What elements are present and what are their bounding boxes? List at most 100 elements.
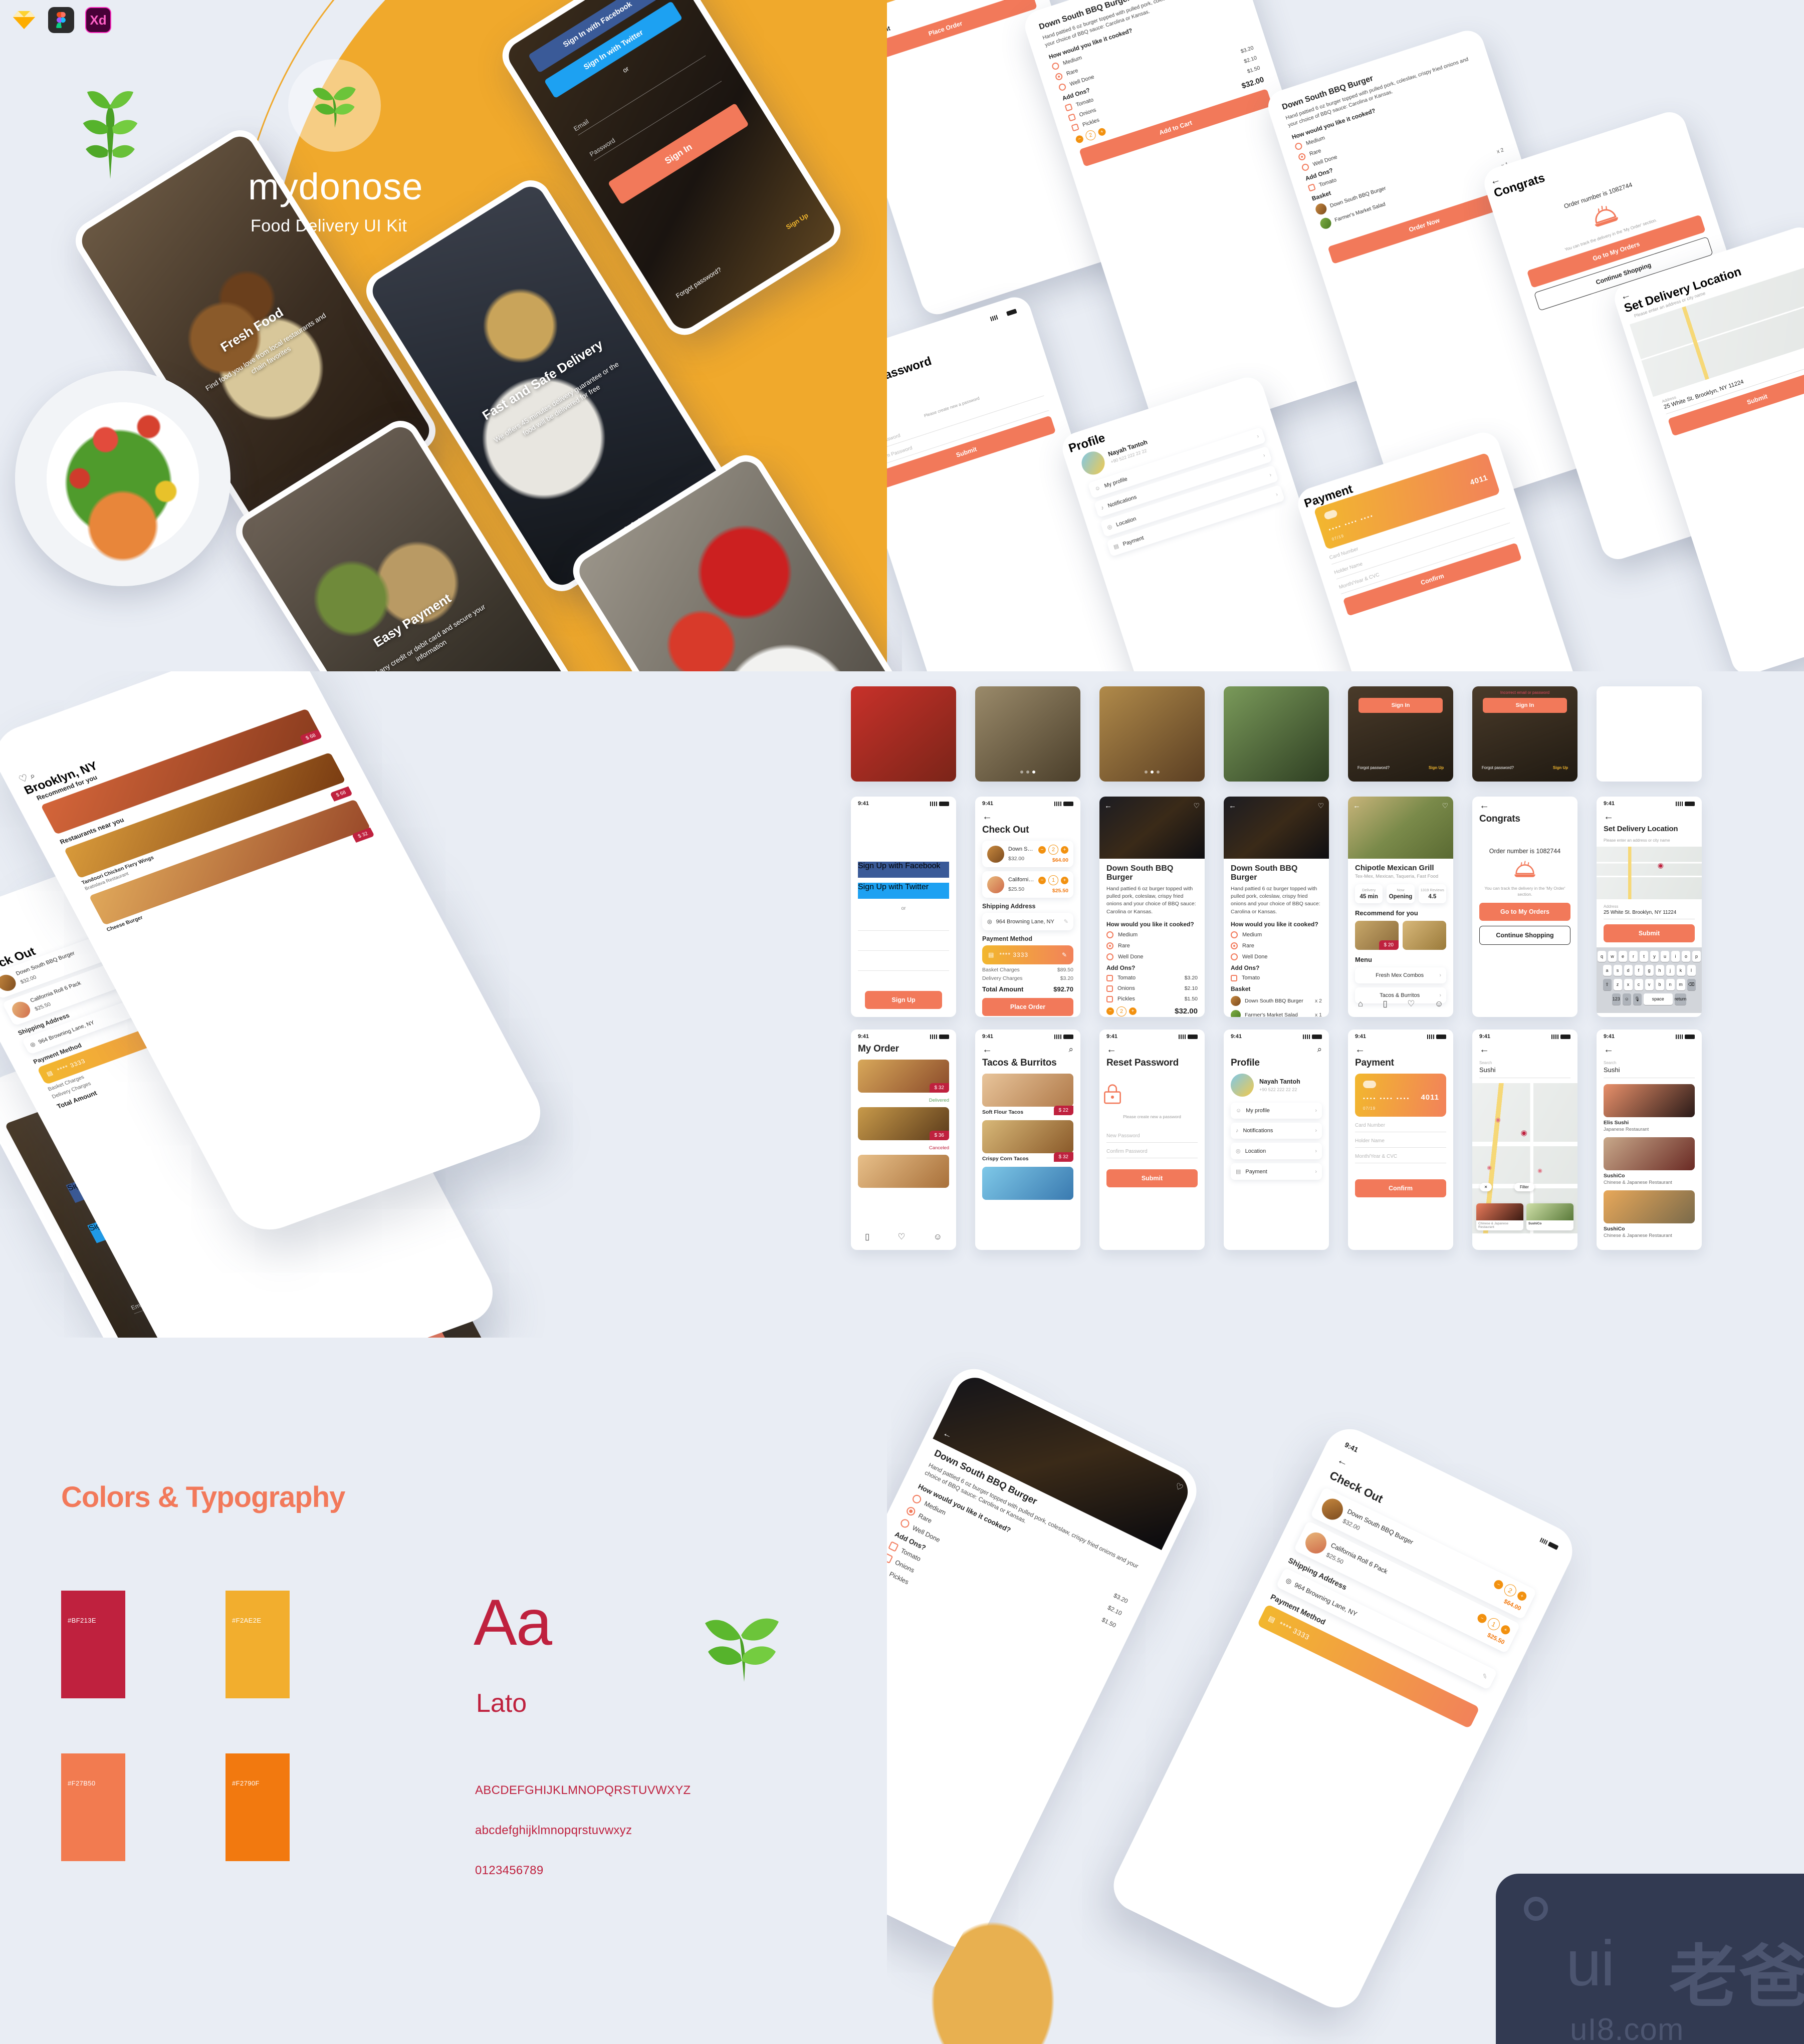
signin-submit-button[interactable]: Sign In (1359, 697, 1443, 713)
increment-button[interactable]: + (1097, 127, 1107, 137)
grid-image-rice[interactable] (1099, 686, 1205, 782)
back-icon[interactable]: ← (1104, 802, 1112, 810)
radio-icon[interactable] (911, 1493, 923, 1505)
radio-icon[interactable] (899, 1517, 911, 1529)
signup-button[interactable]: Sign Up (865, 991, 942, 1009)
decrement-button[interactable]: − (1106, 1007, 1114, 1015)
increment-button[interactable]: + (1061, 876, 1068, 884)
addon-option[interactable]: Onions $2.10 (1106, 985, 1198, 992)
back-icon[interactable]: ← (1355, 1045, 1365, 1055)
search-icon[interactable]: ⌕ (1068, 1045, 1073, 1055)
go-to-my-orders-button[interactable]: Go to My Orders (1479, 902, 1570, 921)
cook-option[interactable]: Medium (1231, 931, 1322, 938)
favorite-heart-icon[interactable]: ♡ (1174, 1481, 1185, 1493)
category-item[interactable] (982, 1167, 1073, 1200)
search-icon[interactable]: ⌕ (28, 771, 37, 781)
back-icon[interactable]: ← (1479, 1045, 1489, 1055)
on-screen-keyboard[interactable]: qwertyuiop asdfghjkl ⇧ z x c v b n m ⌫ 123 ☺ 🎙 spac… (1597, 947, 1702, 1013)
cook-option[interactable]: Medium (1106, 931, 1198, 938)
profile-item-notifications[interactable]: ♪ Notifications › (1231, 1123, 1322, 1139)
radio-icon[interactable] (1294, 142, 1303, 151)
checkbox-icon[interactable] (1106, 974, 1113, 981)
tab-favorites-icon[interactable]: ♡ (897, 1232, 905, 1242)
signup-facebook-button[interactable]: Sign Up with Facebook (858, 862, 949, 878)
radio-icon[interactable] (1051, 62, 1060, 71)
tab-favorites-icon[interactable]: ♡ (1407, 999, 1415, 1009)
menu-item-combos[interactable]: Fresh Mex Combos › (1355, 967, 1446, 983)
submit-button[interactable]: Submit (1604, 924, 1695, 942)
signin-signup-link[interactable]: Sign Up (785, 211, 810, 231)
category-item[interactable]: $ 32 Crispy Corn Tacos (982, 1120, 1073, 1162)
signup-name-input[interactable] (858, 921, 949, 931)
expiry-cvc-input[interactable]: Month/Year & CVC (1355, 1154, 1446, 1163)
confirm-button[interactable]: Confirm (1355, 1179, 1446, 1197)
continue-shopping-button[interactable]: Continue Shopping (1479, 925, 1570, 945)
checkbox-icon[interactable] (1071, 123, 1079, 132)
card-number-input[interactable]: Card Number (1355, 1123, 1446, 1132)
search-result[interactable]: SushiCo Chinese & Japanese Restaurant (1604, 1137, 1695, 1185)
close-icon[interactable]: ✕ (1479, 1183, 1492, 1191)
search-result[interactable]: Elis Sushi Japanese Restaurant (1604, 1084, 1695, 1132)
map-result-card[interactable]: Chinese & Japanese Restaurant (1476, 1203, 1523, 1230)
back-icon[interactable]: ← (1229, 802, 1236, 810)
favorite-heart-icon[interactable]: ♡ (1317, 802, 1324, 810)
profile-item-location[interactable]: ◎ Location › (1231, 1143, 1322, 1159)
signin-signup-link[interactable]: Sign Up (1553, 765, 1568, 770)
search-result[interactable]: SushiCo Chinese & Japanese Restaurant (1604, 1190, 1695, 1238)
carousel-dots[interactable] (1099, 771, 1205, 774)
edit-icon[interactable]: ✎ (1480, 1672, 1489, 1681)
radio-icon-selected[interactable] (1297, 152, 1307, 162)
cook-option[interactable]: Rare (1231, 942, 1322, 949)
signin-signup-link[interactable]: Sign Up (1429, 765, 1444, 770)
edit-card-icon[interactable]: ✎ (1062, 951, 1067, 958)
checkbox-icon[interactable] (1307, 183, 1316, 192)
carousel-dots[interactable] (975, 771, 1080, 774)
tab-orders-icon[interactable]: ▯ (865, 1232, 869, 1242)
back-icon[interactable]: ← (982, 1045, 992, 1055)
place-order-button[interactable]: Place Order (982, 998, 1073, 1016)
radio-icon[interactable] (1058, 83, 1067, 92)
profile-item-my-profile[interactable]: ☺ My profile › (1231, 1103, 1322, 1119)
search-input[interactable]: Sushi (1604, 1066, 1695, 1078)
signin-forgot-link[interactable]: Forgot password? (1482, 765, 1514, 770)
decrement-button[interactable]: − (1492, 1579, 1505, 1591)
back-icon[interactable]: ← (1479, 801, 1489, 811)
cook-option[interactable]: Rare (1106, 942, 1198, 949)
back-icon[interactable]: ← (1604, 812, 1614, 822)
map-pin-icon[interactable]: ◉ (1521, 1128, 1527, 1137)
decrement-button[interactable]: − (1476, 1612, 1488, 1625)
radio-icon-selected[interactable] (905, 1505, 917, 1517)
radio-icon[interactable] (1106, 931, 1113, 938)
checkbox-icon[interactable] (887, 1553, 893, 1564)
map-pin-icon[interactable]: ◉ (1487, 1164, 1492, 1171)
checkbox-icon[interactable] (888, 1541, 899, 1552)
tab-profile-icon[interactable]: ☺ (1435, 999, 1443, 1009)
map-view[interactable]: ◉ (1597, 847, 1702, 899)
checkbox-icon[interactable] (1068, 113, 1076, 122)
checkbox-icon[interactable] (1064, 103, 1073, 112)
radio-icon[interactable] (1301, 163, 1310, 172)
recommend-card[interactable]: $ 20 (1355, 921, 1399, 950)
increment-button[interactable]: + (1516, 1590, 1528, 1602)
favorite-heart-icon[interactable]: ♡ (1442, 802, 1448, 810)
radio-icon-selected[interactable] (1231, 942, 1238, 949)
cart-item[interactable]: Down South BBQ Burger $32.00 −2+ $64.00 (982, 841, 1073, 867)
map-pin-icon[interactable]: ◉ (1495, 1116, 1500, 1123)
addon-option[interactable]: Pickles $1.50 (1106, 995, 1198, 1002)
signin-forgot-link[interactable]: Forgot password? (674, 266, 723, 300)
back-icon[interactable]: ← (941, 1428, 954, 1441)
map-pin-icon[interactable]: ◉ (1537, 1167, 1542, 1174)
decrement-button[interactable]: − (1038, 846, 1046, 854)
decrement-button[interactable]: − (1038, 876, 1046, 884)
increment-button[interactable]: + (1499, 1624, 1512, 1636)
holder-name-input[interactable]: Holder Name (1355, 1138, 1446, 1148)
confirm-password-input[interactable]: Confirm Password (1106, 1149, 1198, 1158)
back-icon[interactable]: ← (1353, 802, 1361, 810)
tab-orders-icon[interactable]: ▯ (1383, 999, 1387, 1009)
search-icon[interactable]: ⌕ (1317, 1045, 1322, 1055)
cook-option[interactable]: Well Done (1106, 953, 1198, 960)
search-input[interactable]: Sushi (1479, 1066, 1570, 1078)
bottom-tab-bar[interactable]: ▯ ♡ ☺ (851, 1228, 956, 1246)
cook-option[interactable]: Well Done (1231, 953, 1322, 960)
map-view[interactable]: ◉ ◉ ◉ ◉ ✕ Filter Chinese & Japanese Rest… (1472, 1083, 1577, 1233)
